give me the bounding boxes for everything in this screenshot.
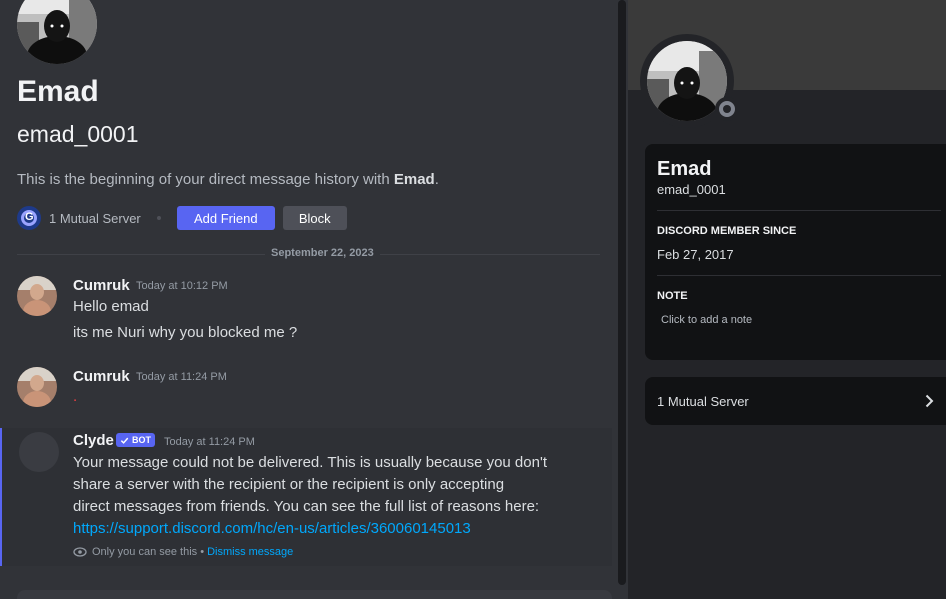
mutual-servers-label: 1 Mutual Server <box>657 394 749 409</box>
eye-icon <box>73 547 87 557</box>
intro-name: Emad <box>393 171 435 188</box>
clyde-text: share a server with the recipient or the… <box>73 476 505 493</box>
intro-prefix: This is the beginning of your direct mes… <box>17 171 394 188</box>
clyde-text: direct messages from friends. You can se… <box>73 498 540 515</box>
mutual-servers-button[interactable]: 1 Mutual Server <box>645 377 946 425</box>
message-text: Hello emad <box>73 298 149 315</box>
message-author[interactable]: Cumruk <box>73 368 130 385</box>
dm-header-username: emad_0001 <box>17 121 139 147</box>
dm-chat-area: Emad emad_0001 This is the beginning of … <box>0 0 628 599</box>
separator-dot <box>156 216 161 220</box>
ephemeral-text: Only you can see this • <box>92 546 205 558</box>
message-timestamp: Today at 10:12 PM <box>136 280 228 292</box>
support-article-link[interactable]: https://support.discord.com/hc/en-us/art… <box>73 520 471 537</box>
note-heading: NOTE <box>657 290 688 302</box>
chevron-right-icon <box>925 394 934 408</box>
dm-header-display-name: Emad <box>17 75 99 108</box>
profile-avatar-wrap <box>640 34 739 128</box>
server-icon[interactable]: G <box>17 206 41 230</box>
member-since-date: Feb 27, 2017 <box>657 247 734 262</box>
member-since-heading: DISCORD MEMBER SINCE <box>657 225 797 237</box>
message-avatar[interactable] <box>17 367 57 407</box>
mutual-server-link[interactable]: 1 Mutual Server <box>49 211 141 226</box>
header-avatar[interactable] <box>17 0 97 64</box>
profile-username: emad_0001 <box>657 182 726 197</box>
clyde-author[interactable]: Clyde <box>73 432 114 449</box>
clyde-text: Your message could not be delivered. Thi… <box>73 454 547 471</box>
bot-tag: BOT <box>116 433 155 447</box>
add-friend-button[interactable]: Add Friend <box>176 206 275 230</box>
message-text: its me Nuri why you blocked me ? <box>73 324 298 341</box>
user-profile-panel: Emad emad_0001 DISCORD MEMBER SINCE Feb … <box>628 0 946 599</box>
date-divider: September 22, 2023 <box>17 247 600 261</box>
verified-check-icon <box>120 437 129 444</box>
clyde-system-message: Clyde BOT Today at 11:24 PM Your message… <box>0 428 612 566</box>
block-button[interactable]: Block <box>282 206 347 230</box>
mutual-server-row: G 1 Mutual Server Add Friend Block <box>17 206 347 230</box>
message-avatar[interactable] <box>17 276 57 316</box>
clyde-avatar[interactable] <box>19 432 59 472</box>
note-input[interactable]: Click to add a note <box>661 314 752 326</box>
profile-info-card: Emad emad_0001 DISCORD MEMBER SINCE Feb … <box>645 144 946 360</box>
chat-scrollbar[interactable] <box>618 0 626 585</box>
divider <box>657 210 941 211</box>
profile-display-name: Emad <box>657 158 712 180</box>
bot-tag-label: BOT <box>132 435 151 445</box>
dm-intro-text: This is the beginning of your direct mes… <box>17 171 439 188</box>
intro-suffix: . <box>434 171 439 188</box>
message-author[interactable]: Cumruk <box>73 277 130 294</box>
message-text: . <box>73 388 78 405</box>
date-divider-label: September 22, 2023 <box>265 247 380 259</box>
divider <box>657 275 941 276</box>
message-timestamp: Today at 11:24 PM <box>136 371 227 383</box>
dismiss-message-link[interactable]: Dismiss message <box>207 546 293 558</box>
status-offline-icon <box>715 97 739 121</box>
clyde-timestamp: Today at 11:24 PM <box>164 436 255 448</box>
ephemeral-notice: Only you can see this • Dismiss message <box>73 546 293 558</box>
message-composer[interactable] <box>17 590 612 599</box>
